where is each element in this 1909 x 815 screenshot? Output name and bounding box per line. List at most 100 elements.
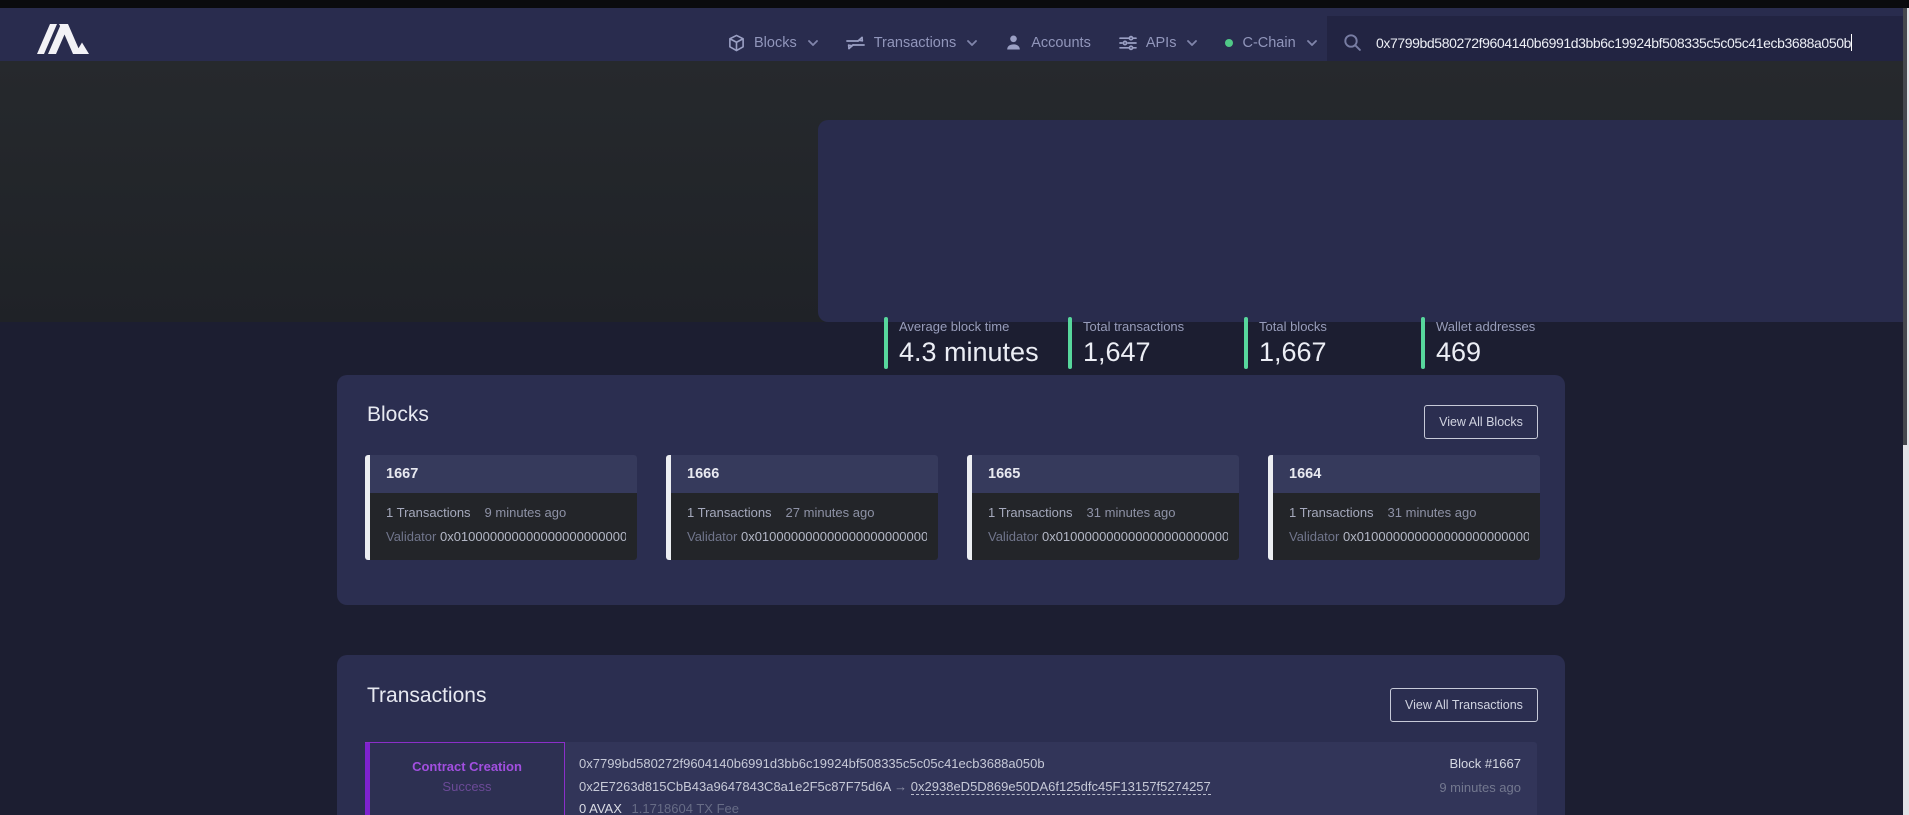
block-card[interactable]: 1665 1 Transactions 31 minutes ago Valida…	[967, 455, 1239, 560]
nav-item-apis[interactable]: APIs	[1119, 35, 1198, 51]
nav-item-transactions[interactable]: Transactions	[846, 35, 977, 51]
transaction-block-link[interactable]: Block #1667	[1449, 756, 1521, 771]
transaction-value: 0 AVAX 1.1718604 TX Fee	[579, 801, 739, 815]
arrow-right-icon: →	[894, 779, 907, 794]
validator-address: 0x010000000000000000000000...	[741, 529, 927, 544]
window-top-strip	[0, 0, 1909, 8]
block-meta: 1 Transactions 31 minutes ago	[1289, 505, 1476, 520]
stat-value: 469	[1436, 337, 1481, 368]
block-card-body: 1 Transactions 31 minutes ago Validator 0…	[1273, 493, 1540, 560]
block-meta: 1 Transactions 31 minutes ago	[988, 505, 1175, 520]
transaction-row[interactable]: Contract Creation Success 0x7799bd580272…	[365, 742, 1537, 815]
stat-accent-bar	[884, 317, 888, 369]
chevron-down-icon	[808, 40, 818, 46]
block-number[interactable]: 1664	[1289, 466, 1321, 482]
scrollbar-track[interactable]	[1903, 8, 1909, 815]
stat-accent-bar	[1421, 317, 1425, 369]
block-card-header: 1666	[671, 455, 938, 493]
block-card-header: 1664	[1273, 455, 1540, 493]
stat-label: Wallet addresses	[1436, 319, 1535, 334]
block-tx-count: 1 Transactions	[687, 505, 772, 520]
text-cursor	[1851, 34, 1853, 51]
block-card[interactable]: 1664 1 Transactions 31 minutes ago Valida…	[1268, 455, 1540, 560]
chain-selector-label: C-Chain	[1242, 35, 1295, 51]
avalanche-logo-icon[interactable]	[33, 21, 91, 55]
validator-label: Validator	[687, 529, 737, 544]
nav-item-label: Transactions	[874, 35, 956, 51]
search-icon	[1343, 33, 1362, 52]
to-address-link[interactable]: 0x2938eD5D869e50DA6f125dfc45F13157f52742…	[911, 779, 1211, 795]
block-validator: Validator 0x010000000000000000000000...	[988, 529, 1228, 544]
validator-label: Validator	[386, 529, 436, 544]
transaction-amount: 0 AVAX	[579, 801, 622, 815]
block-card-header: 1665	[972, 455, 1239, 493]
block-card[interactable]: 1667 1 Transactions 9 minutes ago Validat…	[365, 455, 637, 560]
transaction-time: 9 minutes ago	[1439, 780, 1521, 795]
from-address[interactable]: 0x2E7263d815CbB43a9647843C8a1e2F5c87F75d…	[579, 779, 891, 794]
nav-item-label: Accounts	[1031, 35, 1091, 51]
blocks-section-title: Blocks	[367, 403, 429, 427]
stats-panel: Average block time 4.3 minutes Total tra…	[818, 120, 1909, 322]
stat-label: Average block time	[899, 319, 1009, 334]
hero-section: Average block time 4.3 minutes Total tra…	[0, 61, 1909, 322]
transaction-type-badge: Contract Creation Success	[365, 742, 565, 815]
block-age: 31 minutes ago	[1388, 505, 1477, 520]
block-age: 9 minutes ago	[485, 505, 567, 520]
cube-icon	[728, 34, 745, 52]
block-card-header: 1667	[370, 455, 637, 493]
stat-accent-bar	[1244, 317, 1248, 369]
validator-address: 0x010000000000000000000000...	[1343, 529, 1529, 544]
view-all-blocks-button[interactable]: View All Blocks	[1424, 405, 1538, 439]
transaction-fee: 1.1718604 TX Fee	[632, 801, 739, 815]
block-tx-count: 1 Transactions	[1289, 505, 1374, 520]
chain-status-dot	[1225, 39, 1233, 47]
validator-label: Validator	[988, 529, 1038, 544]
validator-address: 0x010000000000000000000000...	[440, 529, 626, 544]
block-validator: Validator 0x010000000000000000000000...	[1289, 529, 1529, 544]
stat-value: 4.3 minutes	[899, 337, 1039, 368]
transaction-type: Contract Creation	[370, 759, 564, 774]
block-age: 27 minutes ago	[786, 505, 875, 520]
transaction-hash[interactable]: 0x7799bd580272f9604140b6991d3bb6c19924bf…	[579, 756, 1045, 771]
search-input-value: 0x7799bd580272f9604140b6991d3bb6c19924bf…	[1376, 35, 1851, 51]
view-all-transactions-button[interactable]: View All Transactions	[1390, 688, 1538, 722]
block-number[interactable]: 1666	[687, 466, 719, 482]
block-card-body: 1 Transactions 9 minutes ago Validator 0x…	[370, 493, 637, 560]
block-card-body: 1 Transactions 31 minutes ago Validator 0…	[972, 493, 1239, 560]
swap-arrows-icon	[846, 35, 865, 51]
scrollbar-thumb[interactable]	[1903, 8, 1907, 445]
blocks-section: Blocks View All Blocks 1667 1 Transactio…	[337, 375, 1565, 605]
nav-item-label: APIs	[1146, 35, 1177, 51]
block-number[interactable]: 1665	[988, 466, 1020, 482]
person-icon	[1005, 34, 1022, 51]
stat-value: 1,667	[1259, 337, 1327, 368]
transaction-addresses: 0x2E7263d815CbB43a9647843C8a1e2F5c87F75d…	[579, 779, 1211, 794]
block-meta: 1 Transactions 9 minutes ago	[386, 505, 566, 520]
chevron-down-icon	[1187, 40, 1197, 46]
chevron-down-icon	[1307, 40, 1317, 46]
nav-item-accounts[interactable]: Accounts	[1005, 34, 1091, 51]
stat-value: 1,647	[1083, 337, 1151, 368]
validator-address: 0x010000000000000000000000...	[1042, 529, 1228, 544]
navbar: Blocks Transactions Accounts	[0, 8, 1909, 61]
block-age: 31 minutes ago	[1087, 505, 1176, 520]
chain-selector[interactable]: C-Chain	[1225, 35, 1316, 51]
block-tx-count: 1 Transactions	[988, 505, 1073, 520]
block-card[interactable]: 1666 1 Transactions 27 minutes ago Valida…	[666, 455, 938, 560]
sliders-icon	[1119, 35, 1137, 51]
nav-item-label: Blocks	[754, 35, 797, 51]
search-input[interactable]: 0x7799bd580272f9604140b6991d3bb6c19924bf…	[1376, 34, 1852, 51]
block-meta: 1 Transactions 27 minutes ago	[687, 505, 874, 520]
block-validator: Validator 0x010000000000000000000000...	[687, 529, 927, 544]
block-validator: Validator 0x010000000000000000000000...	[386, 529, 626, 544]
transactions-section-title: Transactions	[367, 684, 486, 708]
stat-label: Total transactions	[1083, 319, 1184, 334]
block-number[interactable]: 1667	[386, 466, 418, 482]
nav-item-blocks[interactable]: Blocks	[728, 34, 818, 52]
chevron-down-icon	[967, 40, 977, 46]
block-card-body: 1 Transactions 27 minutes ago Validator 0…	[671, 493, 938, 560]
validator-label: Validator	[1289, 529, 1339, 544]
stat-label: Total blocks	[1259, 319, 1327, 334]
block-tx-count: 1 Transactions	[386, 505, 471, 520]
stat-accent-bar	[1068, 317, 1072, 369]
